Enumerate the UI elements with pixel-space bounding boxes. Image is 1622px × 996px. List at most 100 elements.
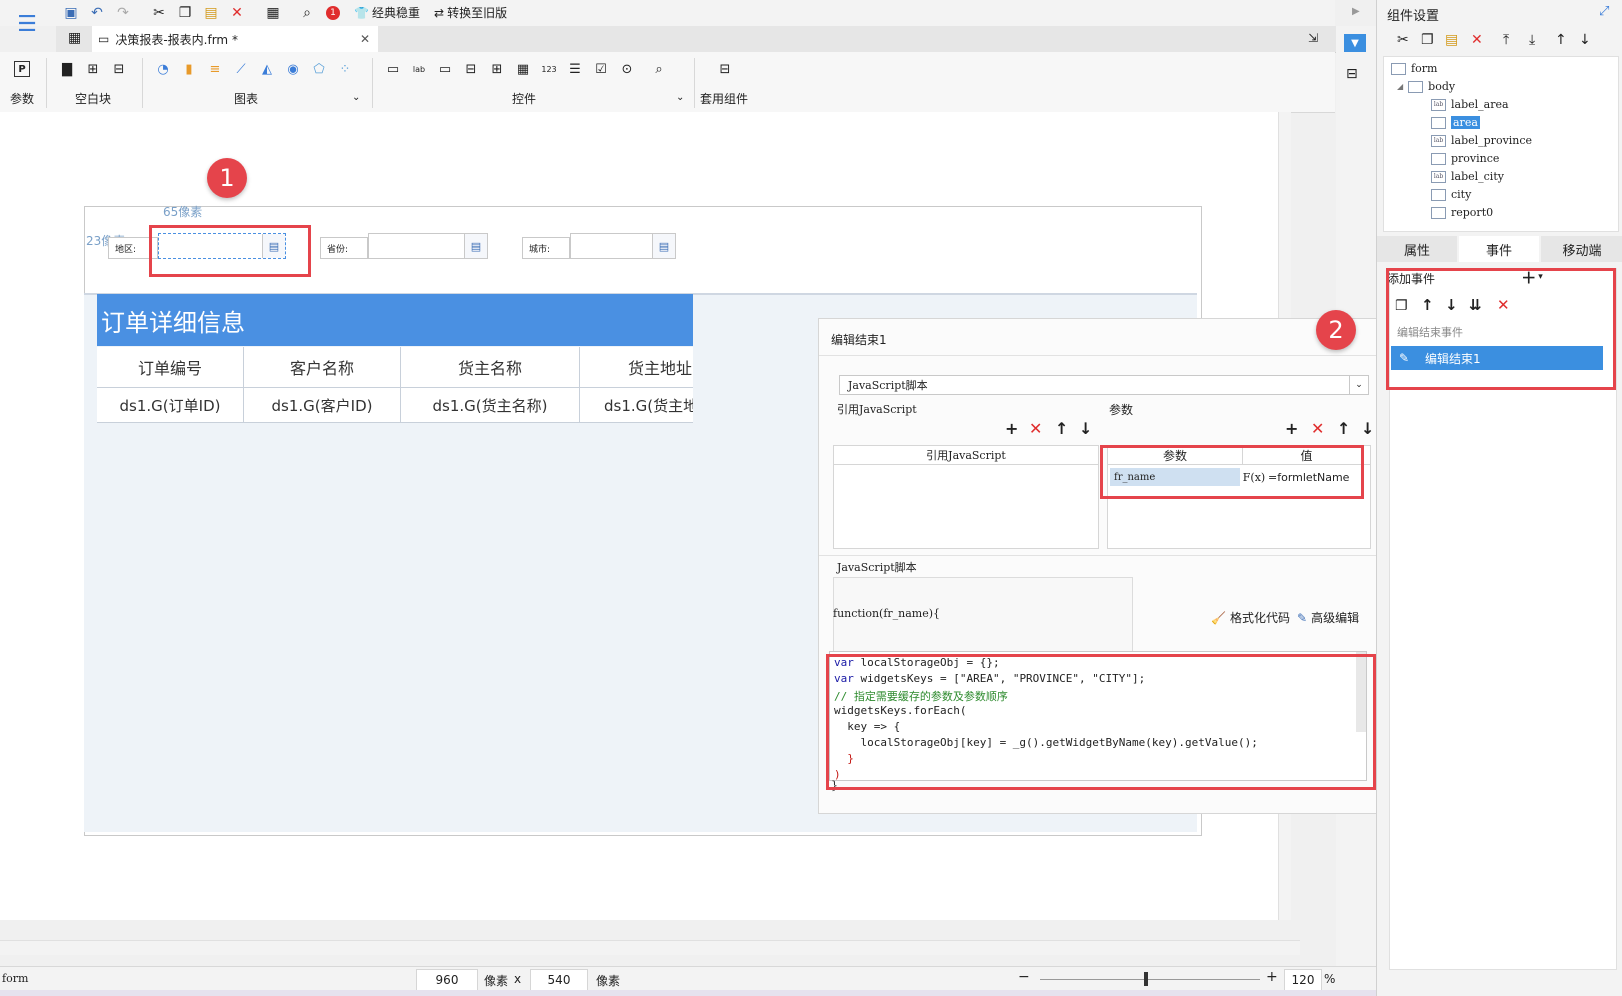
label-city[interactable]: 城市: xyxy=(522,237,570,259)
layout-toggle-icon[interactable]: ⊟ xyxy=(1346,66,1358,82)
tree-node-province[interactable]: province xyxy=(1431,152,1499,165)
script-type-select[interactable]: JavaScript脚本 ⌄ xyxy=(839,375,1369,395)
tab-menu-icon[interactable]: ⇲ xyxy=(1308,31,1318,45)
search-preview-icon[interactable]: ⌕ xyxy=(298,4,316,22)
header-cell[interactable]: 订单编号 xyxy=(97,347,244,387)
combo-dropdown-icon[interactable]: ▤ xyxy=(652,234,675,258)
blank-block-icon[interactable]: ▇ xyxy=(58,61,76,77)
param-move-down-icon[interactable]: ↓ xyxy=(1361,419,1374,438)
convert-old-version-button[interactable]: ⇄ 转换至旧版 xyxy=(434,4,507,21)
text-widget-icon[interactable]: ▭ xyxy=(436,61,454,77)
number-widget-icon[interactable]: 123 xyxy=(540,61,558,77)
header-cell[interactable]: 货主名称 xyxy=(401,347,580,387)
combo-widget-icon[interactable]: ⊟ xyxy=(462,61,480,77)
header-cell[interactable]: 客户名称 xyxy=(244,347,401,387)
horizontal-scrollbar[interactable] xyxy=(0,940,1300,955)
undo-icon[interactable]: ↶ xyxy=(88,4,106,22)
tab-mobile[interactable]: 移动端 xyxy=(1541,236,1622,262)
tree-node-area[interactable]: area xyxy=(1431,116,1480,129)
grid-icon[interactable]: ▦ xyxy=(68,30,81,46)
param-move-up-icon[interactable]: ↑ xyxy=(1337,419,1350,438)
tab-properties[interactable]: 属性 xyxy=(1377,236,1457,262)
height-input[interactable]: 540 xyxy=(530,969,588,991)
tree-combo-widget-icon[interactable]: ⊞ xyxy=(488,61,506,77)
tree-node-label-area[interactable]: lab label_area xyxy=(1431,98,1509,111)
tree-node-label-province[interactable]: lab label_province xyxy=(1431,134,1532,147)
copy-icon[interactable]: ❐ xyxy=(1421,32,1434,48)
absolute-block-icon[interactable]: ⊞ xyxy=(84,61,102,77)
city-combo[interactable]: ▤ xyxy=(570,233,676,259)
delete-icon[interactable]: ✕ xyxy=(228,4,246,22)
scatter-chart-icon[interactable]: ⁘ xyxy=(336,61,354,77)
copy-icon[interactable]: ❐ xyxy=(176,4,194,22)
cut-icon[interactable]: ✂ xyxy=(1397,32,1409,48)
move-down-icon[interactable]: ↓ xyxy=(1579,32,1591,48)
header-cell[interactable]: 货主地址 xyxy=(580,347,693,387)
line-chart-icon[interactable]: ⟋ xyxy=(232,61,250,77)
data-cell[interactable]: ds1.G(货主地 xyxy=(580,388,693,422)
zoom-out-icon[interactable]: − xyxy=(1018,969,1030,985)
paste-icon[interactable]: ▤ xyxy=(202,4,220,22)
widget-more-chevron-icon[interactable]: ⌄ xyxy=(676,92,684,103)
advanced-edit-button[interactable]: ✎ 高级编辑 xyxy=(1297,609,1359,626)
save-icon[interactable]: ▣ xyxy=(62,4,80,22)
delete-ref-js-icon[interactable]: ✕ xyxy=(1029,419,1042,438)
chevron-down-icon[interactable]: ⌄ xyxy=(1349,376,1368,394)
label-widget-icon[interactable]: lab xyxy=(410,61,428,77)
combo-dropdown-icon[interactable]: ▤ xyxy=(464,234,487,258)
move-up-icon[interactable]: ↑ xyxy=(1555,32,1567,48)
format-code-button[interactable]: 🧹 格式化代码 xyxy=(1211,609,1290,626)
textarea-widget-icon[interactable]: ☰ xyxy=(566,61,584,77)
tree-node-report0[interactable]: report0 xyxy=(1431,206,1493,219)
tree-node-label-city[interactable]: lab label_city xyxy=(1431,170,1504,183)
notification-badge[interactable]: 1 xyxy=(326,6,340,20)
param-icon[interactable]: P xyxy=(14,61,30,77)
expand-icon[interactable]: ◢ xyxy=(1397,82,1403,91)
query-button-icon[interactable]: ⌕ xyxy=(650,61,668,77)
component-template-icon[interactable]: ⊟ xyxy=(716,61,734,77)
tab-block-icon[interactable]: ⊟ xyxy=(110,61,128,77)
radar-chart-icon[interactable]: ⬠ xyxy=(310,61,328,77)
redo-icon[interactable]: ↷ xyxy=(114,4,132,22)
move-down-icon[interactable]: ↓ xyxy=(1079,419,1092,438)
move-bottom-icon[interactable]: ⤓ xyxy=(1529,32,1535,48)
move-up-icon[interactable]: ↑ xyxy=(1055,419,1068,438)
tree-node-form[interactable]: form xyxy=(1391,62,1437,75)
preview-icon[interactable]: ▦ xyxy=(264,4,282,22)
tab-document[interactable]: ▭ 决策报表-报表内.frm * ✕ xyxy=(92,26,378,52)
zoom-slider-handle[interactable] xyxy=(1144,972,1148,986)
button-widget-icon[interactable]: ▭ xyxy=(384,61,402,77)
chart-more-chevron-icon[interactable]: ⌄ xyxy=(352,92,360,103)
cut-icon[interactable]: ✂ xyxy=(150,4,168,22)
tab-events[interactable]: 事件 xyxy=(1459,236,1539,262)
zoom-input[interactable]: 120 xyxy=(1284,969,1322,991)
horizontal-bar-icon[interactable]: ≡ xyxy=(206,61,224,77)
app-menu-icon[interactable]: ☰ xyxy=(14,4,40,44)
delete-icon[interactable]: ✕ xyxy=(1471,32,1483,48)
tree-node-city[interactable]: city xyxy=(1431,188,1471,201)
paste-icon[interactable]: ▤ xyxy=(1445,32,1458,48)
bar-chart-icon[interactable]: ▮ xyxy=(180,61,198,77)
pie-chart-icon[interactable]: ◔ xyxy=(154,61,172,77)
close-tab-icon[interactable]: ✕ xyxy=(360,32,370,46)
zoom-slider-track[interactable] xyxy=(1040,979,1260,980)
data-cell[interactable]: ds1.G(订单ID) xyxy=(97,388,244,422)
radio-group-icon[interactable]: ⊙ xyxy=(618,61,636,77)
date-widget-icon[interactable]: ▦ xyxy=(514,61,532,77)
classic-theme-button[interactable]: 👕 经典稳重 xyxy=(354,4,420,21)
checkbox-group-icon[interactable]: ☑ xyxy=(592,61,610,77)
zoom-in-icon[interactable]: + xyxy=(1266,969,1278,985)
widget-settings-toggle-icon[interactable]: ▼ xyxy=(1344,34,1366,52)
move-top-icon[interactable]: ⤒ xyxy=(1503,32,1509,48)
collapse-arrow-icon[interactable]: ▶ xyxy=(1352,6,1360,17)
width-input[interactable]: 960 xyxy=(416,969,478,991)
gauge-chart-icon[interactable]: ◉ xyxy=(284,61,302,77)
tree-node-body[interactable]: ◢ body xyxy=(1397,80,1455,93)
label-province[interactable]: 省份: xyxy=(320,237,368,259)
pin-icon[interactable]: ⤢ xyxy=(1599,4,1609,19)
area-chart-icon[interactable]: ◭ xyxy=(258,61,276,77)
add-ref-js-icon[interactable]: + xyxy=(1005,419,1018,438)
delete-param-icon[interactable]: ✕ xyxy=(1311,419,1324,438)
data-cell[interactable]: ds1.G(货主名称) xyxy=(401,388,580,422)
add-param-icon[interactable]: + xyxy=(1285,419,1298,438)
